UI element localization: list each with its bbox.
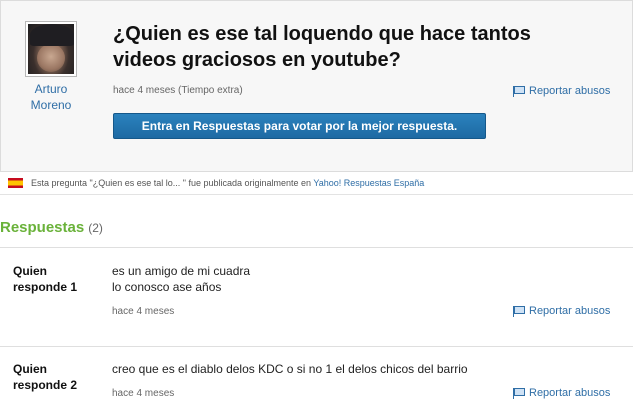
answer-report-abuse-link[interactable]: Reportar abusos (513, 305, 610, 317)
flag-icon (513, 387, 525, 399)
question-box: Arturo Moreno ¿Quien es ese tal loquendo… (0, 0, 633, 172)
answer-date: hace 4 meses (112, 388, 175, 399)
answers-header: Respuestas (2) (0, 219, 103, 236)
flag-icon (513, 85, 525, 97)
origin-text: Esta pregunta "¿Quien es ese tal lo... "… (31, 178, 312, 188)
question-title: ¿Quien es ese tal loquendo que hace tant… (113, 23, 531, 71)
answer-text: creo que es el diablo delos KDC o si no … (112, 361, 612, 377)
answer-text-line: es un amigo de mi cuadra (112, 264, 251, 278)
divider (0, 247, 633, 248)
answers-count: (2) (88, 221, 103, 235)
vote-best-answer-button[interactable]: Entra en Respuestas para votar por la me… (113, 113, 486, 139)
answer-report-abuse-link[interactable]: Reportar abusos (513, 387, 610, 399)
avatar[interactable] (25, 21, 77, 77)
question-author-link[interactable]: Arturo Moreno (15, 81, 87, 113)
divider (0, 346, 633, 347)
page: Arturo Moreno ¿Quien es ese tal loquendo… (0, 0, 633, 413)
answer-author-line: Quien (13, 264, 48, 278)
flag-icon (513, 305, 525, 317)
answer-author-line: responde 2 (13, 378, 78, 392)
question-meta: hace 4 meses (Tiempo extra) (113, 85, 243, 96)
spain-flag-icon (8, 178, 23, 188)
origin-notice: Esta pregunta "¿Quien es ese tal lo... "… (8, 178, 424, 188)
answer-text-line: creo que es el diablo delos KDC o si no … (112, 362, 468, 376)
divider (0, 194, 633, 195)
answer-text-line: lo conosco ase años (112, 280, 222, 294)
answer-date: hace 4 meses (112, 306, 175, 317)
avatar-image (28, 24, 74, 74)
question-report-abuse-link[interactable]: Reportar abusos (513, 85, 610, 97)
report-label: Reportar abusos (529, 387, 611, 399)
author-first-name: Arturo (34, 82, 68, 96)
author-last-name: Moreno (30, 98, 72, 112)
answer-author-line: responde 1 (13, 280, 78, 294)
report-label: Reportar abusos (529, 305, 611, 317)
origin-link[interactable]: Yahoo! Respuestas España (313, 178, 424, 188)
report-label: Reportar abusos (529, 85, 611, 97)
answer-author[interactable]: Quien responde 1 (13, 263, 103, 295)
answer-author-line: Quien (13, 362, 48, 376)
answers-title: Respuestas (0, 219, 85, 236)
answer-author[interactable]: Quien responde 2 (13, 361, 103, 393)
answer-text: es un amigo de mi cuadra lo conosco ase … (112, 263, 612, 295)
